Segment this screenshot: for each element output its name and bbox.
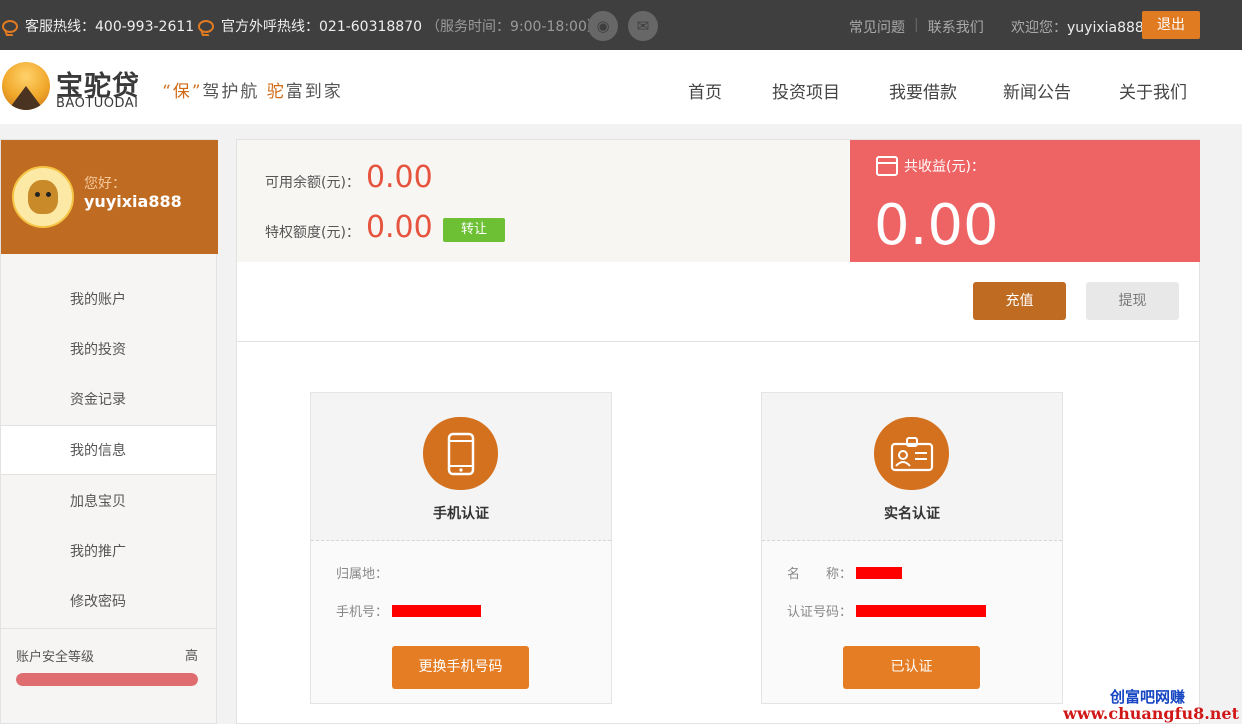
available-balance-value: 0.00 [365,160,433,195]
sidebar-item-my-investments[interactable]: 我的投资 [1,325,216,375]
sidebar: 您好： yuyixia888 我的账户 我的投资 资金记录 我的信息 加息宝贝 … [0,139,218,724]
top-bar: 客服热线：400-993-2611 官方外呼热线：021-60318870 （服… [0,0,1242,50]
available-balance-row: 可用余额(元)： 0.00 [265,160,433,195]
earnings-label: 共收益(元)： [904,159,985,175]
camel-logo-icon[interactable] [2,62,50,110]
top-links: 常见问题 | 联系我们 [849,17,984,37]
redacted-id-number [856,604,987,617]
security-bar [16,673,198,686]
slogan-end: 富到家 [285,82,343,102]
sidebar-item-my-referrals[interactable]: 我的推广 [1,527,216,577]
security-panel: 账户安全等级 高 [1,628,216,724]
withdraw-button[interactable]: 提现 [1086,282,1179,320]
slogan: “保”驾护航 驼富到家 [162,77,343,102]
camel-face-icon [28,180,58,214]
logo-subtitle: BAOTUODAI [56,96,139,111]
phone-card-title: 手机认证 [433,506,489,522]
wechat-icon[interactable]: ✉ [628,11,658,41]
redacted-phone-number [392,604,482,617]
official-hotline: 官方外呼热线：021-60318870 （服务时间：9:00-18:00） [198,16,601,36]
official-hotline-text: 官方外呼热线：021-60318870 [221,19,423,35]
card-header: 手机认证 [311,393,611,541]
slogan-mid: 驾护航 [202,82,260,102]
watermark: 创富吧网赚 www.chuangfu8.net [1042,684,1242,724]
id-card-icon [874,417,949,490]
sidebar-item-my-account[interactable]: 我的账户 [1,275,216,325]
nav-news[interactable]: 新闻公告 [1003,78,1071,103]
realname-name-field: 名 称： [787,563,903,582]
chat-bubble-icon [2,19,18,33]
earnings-panel: 共收益(元)： 0.00 [850,140,1200,262]
redacted-name [856,566,903,579]
site-header: 宝驼贷 BAOTUODAI “保”驾护航 驼富到家 首页 投资项目 我要借款 新… [0,50,1242,124]
nav-invest[interactable]: 投资项目 [772,78,840,103]
phone-number-label: 手机号： [336,605,389,620]
privilege-quota-row: 特权额度(元)： 0.00 [265,210,433,245]
change-phone-button[interactable]: 更换手机号码 [392,646,529,689]
logout-button[interactable]: 退出 [1142,11,1200,39]
slogan-quote: “保” [162,82,203,102]
earnings-header: 共收益(元)： [876,156,985,176]
phone-verification-card: 手机认证 归属地： 手机号： 更换手机号码 [310,392,612,704]
chat-bubble-icon [198,19,214,33]
security-level: 高 [184,649,198,664]
action-row: 充值 提现 [237,262,1199,342]
security-label: 账户安全等级 [16,650,95,665]
nav-borrow[interactable]: 我要借款 [889,78,957,103]
service-hours: （服务时间：9:00-18:00） [426,19,601,35]
transfer-button[interactable]: 转让 [443,218,505,242]
customer-hotline: 客服热线：400-993-2611 [2,16,194,36]
nav-about[interactable]: 关于我们 [1119,78,1187,103]
slogan-tuo: 驼 [266,82,286,102]
watermark-url: www.chuangfu8.net [1063,704,1239,723]
contact-link[interactable]: 联系我们 [928,17,984,37]
profile-panel: 您好： yuyixia888 [1,140,218,254]
phone-icon [423,417,498,490]
security-bar-fill [16,673,198,686]
sidebar-username: yuyixia888 [84,192,182,211]
realname-verification-card: 实名认证 名 称： 认证号码： 已认证 [761,392,1063,704]
faq-link[interactable]: 常见问题 [849,17,905,37]
privilege-quota-label: 特权额度(元)： [265,225,360,241]
available-balance-label: 可用余额(元)： [265,175,360,191]
sidebar-item-fund-records[interactable]: 资金记录 [1,375,216,425]
sidebar-item-bonus-interest[interactable]: 加息宝贝 [1,477,216,527]
sidebar-item-my-info[interactable]: 我的信息 [1,425,216,475]
calendar-icon [876,156,898,176]
weibo-icon[interactable]: ◉ [588,11,618,41]
realname-name-label: 名 称： [787,567,853,582]
divider: | [914,17,919,33]
phone-location-field: 归属地： [336,563,388,582]
realname-id-field: 认证号码： [787,601,987,620]
avatar[interactable] [12,166,74,228]
sidebar-item-change-password[interactable]: 修改密码 [1,577,216,627]
realname-id-label: 认证号码： [787,605,853,620]
verified-button[interactable]: 已认证 [843,646,980,689]
privilege-quota-value: 0.00 [365,210,433,245]
balance-panel: 可用余额(元)： 0.00 特权额度(元)： 0.00 转让 [237,140,850,262]
greeting: 您好： [84,176,126,192]
realname-card-title: 实名认证 [884,506,940,522]
phone-location-label: 归属地： [336,567,389,582]
main-panel: 可用余额(元)： 0.00 特权额度(元)： 0.00 转让 共收益(元)： 0… [236,139,1200,724]
phone-number-field: 手机号： [336,601,482,620]
nav-home[interactable]: 首页 [688,78,722,103]
earnings-value: 0.00 [874,193,999,258]
welcome-text: 欢迎您：yuyixia888 [1011,17,1144,37]
recharge-button[interactable]: 充值 [973,282,1066,320]
top-username[interactable]: yuyixia888 [1067,20,1144,36]
card-header: 实名认证 [762,393,1062,541]
hotline-text: 客服热线：400-993-2611 [25,19,195,35]
welcome-label: 欢迎您： [1011,20,1067,36]
